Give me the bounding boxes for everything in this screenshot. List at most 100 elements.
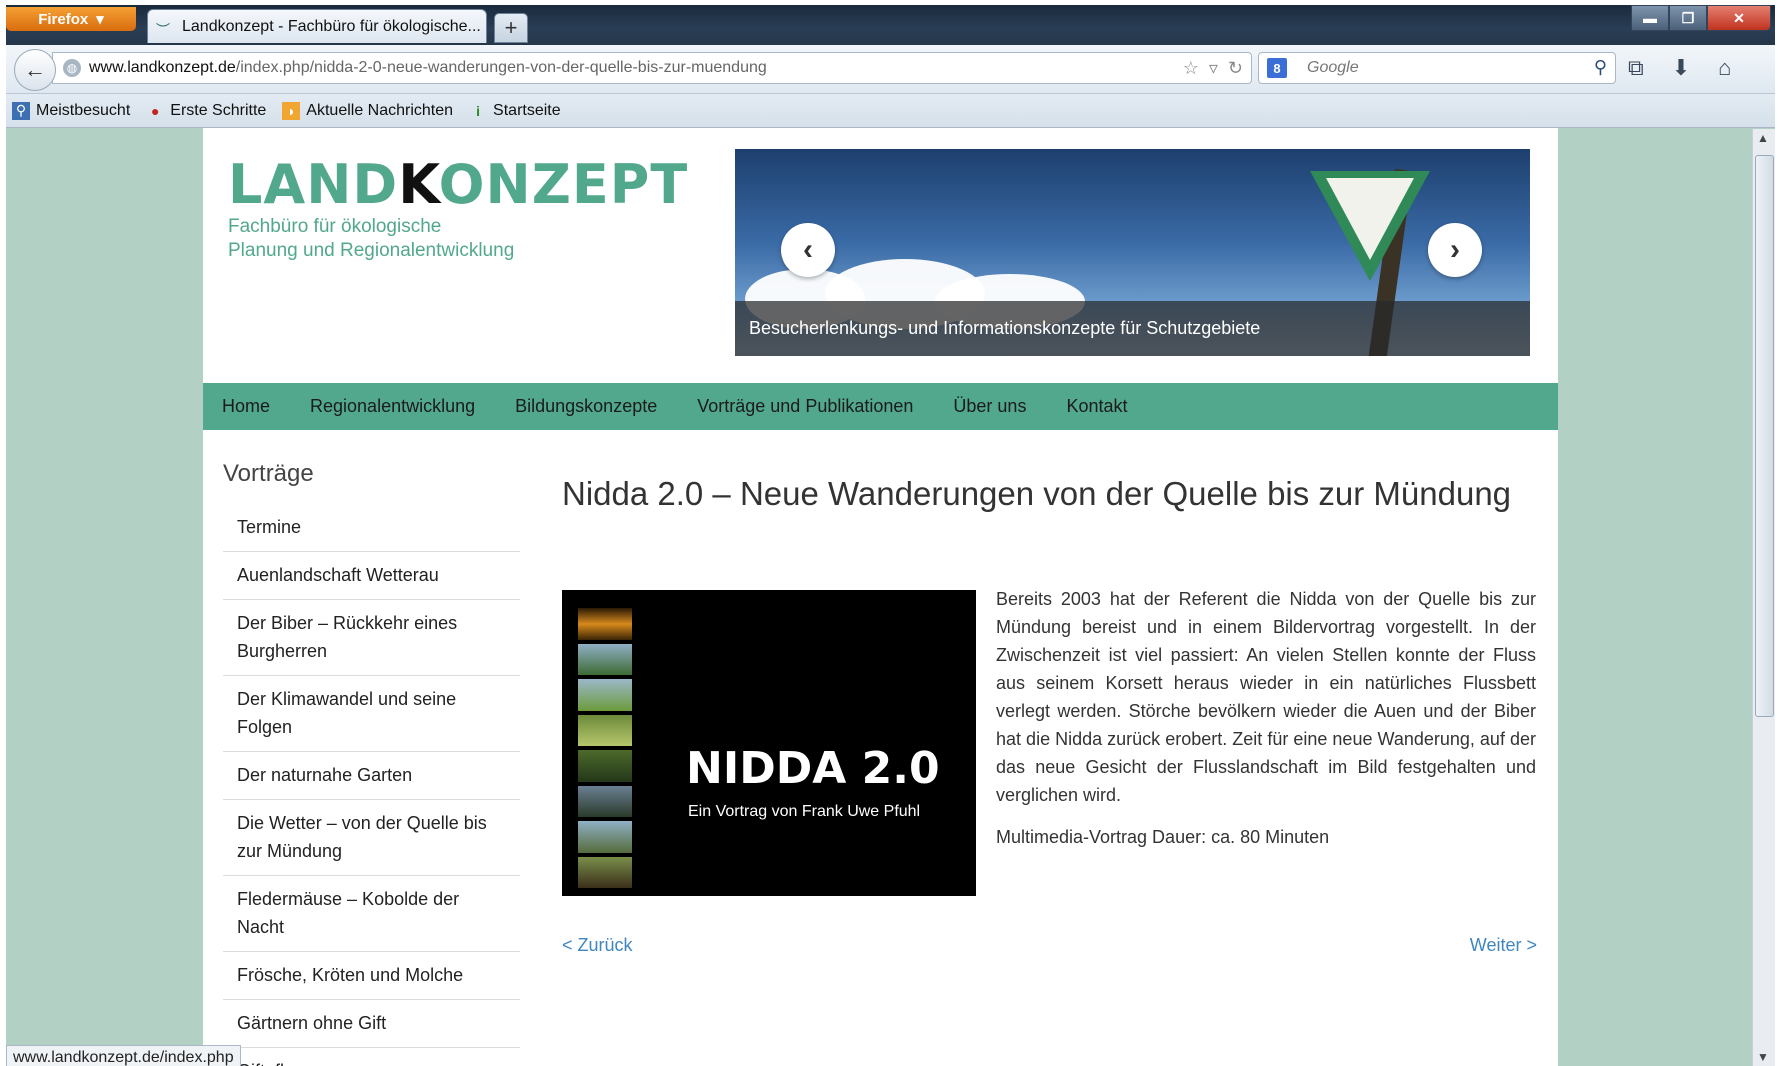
- history-dropdown-icon[interactable]: ▿: [1209, 58, 1218, 79]
- bookmark-startseite[interactable]: i Startseite: [469, 102, 561, 120]
- logo-part-2: ONZEPT: [438, 153, 689, 216]
- bookmark-erste-schritte[interactable]: ● Erste Schritte: [146, 102, 266, 120]
- nav-ueber-uns[interactable]: Über uns: [953, 396, 1026, 417]
- info-icon: i: [476, 102, 480, 119]
- bookmark-star-icon[interactable]: ☆: [1183, 58, 1199, 79]
- slider-caption: Besucherlenkungs- und Informationskonzep…: [735, 301, 1530, 356]
- nature-reserve-sign-inner: [1326, 178, 1414, 260]
- browser-window: Firefox ▾ ︶ Landkonzept - Fachbüro für ök…: [6, 5, 1775, 1066]
- web-page: LANDKONZEPT Fachbüro für ökologische Pla…: [203, 128, 1558, 1066]
- slider-prev-button[interactable]: ‹: [781, 223, 835, 277]
- back-button[interactable]: ←: [14, 49, 56, 91]
- tab-title: Landkonzept - Fachbüro für ökologische..…: [182, 17, 481, 35]
- nav-home[interactable]: Home: [222, 396, 270, 417]
- nav-kontakt[interactable]: Kontakt: [1066, 396, 1127, 417]
- nav-regionalentwicklung[interactable]: Regionalentwicklung: [310, 396, 475, 417]
- main-content: Nidda 2.0 – Neue Wanderungen von der Que…: [562, 469, 1537, 955]
- sidebar-item-auenlandschaft[interactable]: Auenlandschaft Wetterau: [223, 552, 520, 600]
- title-bar: Firefox ▾ ︶ Landkonzept - Fachbüro für ök…: [6, 5, 1775, 45]
- url-actions: ☆ ▿ ↻: [1183, 58, 1243, 79]
- site-tagline: Fachbüro für ökologische Planung und Reg…: [228, 215, 514, 263]
- bookmark-folder-icon: ⚲: [12, 101, 30, 120]
- poster-subtitle: Ein Vortrag von Frank Uwe Pfuhl: [688, 803, 921, 820]
- logo-k: K: [398, 153, 439, 216]
- site-logo[interactable]: LANDKONZEPT: [228, 153, 688, 216]
- bookmark-meistbesucht[interactable]: ⚲ Meistbesucht: [12, 101, 130, 120]
- browser-tab[interactable]: ︶ Landkonzept - Fachbüro für ökologische…: [147, 9, 487, 43]
- lecture-poster-image: NIDDA 2.0 Ein Vortrag von Frank Uwe Pfuh…: [562, 590, 976, 896]
- new-tab-button[interactable]: +: [494, 13, 528, 43]
- poster-title: NIDDA 2.0: [686, 743, 940, 794]
- tagline-line-2: Planung und Regionalentwicklung: [228, 240, 515, 261]
- minimize-icon[interactable]: ▬: [1631, 5, 1669, 31]
- toolbar-icons: ⧉ ⬇ ⌂: [1628, 55, 1731, 81]
- logo-part-1: LAND: [228, 153, 399, 216]
- tagline-line-1: Fachbüro für ökologische: [228, 216, 442, 237]
- sidebar-title: Vorträge: [223, 460, 314, 487]
- search-icon[interactable]: ⚲: [1594, 57, 1607, 78]
- sidebar-item-termine[interactable]: Termine: [223, 504, 520, 552]
- scroll-up-icon[interactable]: ▲: [1757, 131, 1769, 145]
- search-input[interactable]: Google: [1307, 59, 1359, 77]
- nav-bildungskonzepte[interactable]: Bildungskonzepte: [515, 396, 657, 417]
- strip-photo: [578, 785, 632, 817]
- url-bar[interactable]: ◍ www.landkonzept.de/index.php/nidda-2-0…: [52, 52, 1252, 84]
- sidebar-item-klimawandel[interactable]: Der Klimawandel und seine Folgen: [223, 676, 520, 752]
- site-favicon-icon: ︶: [156, 21, 170, 38]
- main-navigation: Home Regionalentwicklung Bildungskonzept…: [203, 383, 1558, 430]
- chevron-right-icon: ›: [1450, 233, 1460, 266]
- url-text[interactable]: www.landkonzept.de/index.php/nidda-2-0-n…: [89, 59, 767, 77]
- rss-icon: ◗: [282, 101, 301, 120]
- bookmark-label: Aktuelle Nachrichten: [306, 101, 454, 119]
- navigation-toolbar: ◍ www.landkonzept.de/index.php/nidda-2-0…: [6, 45, 1775, 94]
- article-duration: Multimedia-Vortrag Dauer: ca. 80 Minuten: [996, 827, 1330, 847]
- sidebar-item-wetter[interactable]: Die Wetter – von der Quelle bis zur Münd…: [223, 800, 520, 876]
- sidebar-item-fledermaeuse[interactable]: Fledermäuse – Kobolde der Nacht: [223, 876, 520, 952]
- sidebar-item-froesche[interactable]: Frösche, Kröten und Molche: [223, 952, 520, 1000]
- scroll-down-icon[interactable]: ▼: [1757, 1050, 1769, 1064]
- scrollbar-thumb[interactable]: [1755, 155, 1774, 717]
- nav-vortraege[interactable]: Vorträge und Publikationen: [697, 396, 913, 417]
- prev-link[interactable]: < Zurück: [562, 935, 633, 956]
- bookmark-label: Erste Schritte: [170, 101, 267, 119]
- strip-photo: [578, 679, 632, 711]
- article-text: Bereits 2003 hat der Referent die Nidda …: [996, 585, 1536, 865]
- chevron-left-icon: ‹: [803, 233, 813, 266]
- sidebar-item-garten[interactable]: Der naturnahe Garten: [223, 752, 520, 800]
- restore-icon[interactable]: ❐: [1669, 5, 1707, 31]
- window-controls: ▬ ❐ ✕: [1631, 5, 1771, 31]
- sidebar-item-giftpflanzen[interactable]: Giftpflanzen: [223, 1048, 520, 1066]
- google-icon[interactable]: 8: [1267, 58, 1287, 78]
- firefox-menu-button[interactable]: Firefox ▾: [6, 7, 136, 31]
- url-path: /index.php/nidda-2-0-neue-wanderungen-vo…: [235, 59, 767, 76]
- strip-photo: [578, 821, 632, 853]
- url-domain: www.landkonzept.de: [89, 59, 236, 76]
- dropdown-arrow-icon: ▾: [96, 11, 104, 28]
- sidebar: Vorträge Termine Auenlandschaft Wetterau…: [223, 460, 520, 1066]
- firefox-menu-label: Firefox: [38, 10, 89, 28]
- next-link[interactable]: Weiter >: [1470, 935, 1537, 956]
- strip-photo: [578, 714, 632, 746]
- close-icon[interactable]: ✕: [1707, 5, 1771, 31]
- globe-icon: ◍: [63, 59, 81, 77]
- download-icon[interactable]: ⬇: [1672, 55, 1690, 81]
- sidebar-item-gaertnern[interactable]: Gärtnern ohne Gift: [223, 1000, 520, 1048]
- article-body: Bereits 2003 hat der Referent die Nidda …: [996, 589, 1536, 805]
- photo-strip: [578, 608, 632, 888]
- bookmarks-menu-icon[interactable]: ⧉: [1628, 55, 1644, 81]
- search-bar[interactable]: 8 Google ⚲: [1258, 52, 1616, 84]
- strip-photo: [578, 750, 632, 782]
- strip-photo: [578, 608, 632, 640]
- slider-next-button[interactable]: ›: [1428, 223, 1482, 277]
- bookmark-label: Startseite: [493, 101, 561, 119]
- home-icon[interactable]: ⌂: [1718, 55, 1731, 81]
- status-bar: www.landkonzept.de/index.php: [6, 1045, 241, 1066]
- strip-photo: [578, 856, 632, 888]
- page-title: Nidda 2.0 – Neue Wanderungen von der Que…: [562, 475, 1512, 512]
- sidebar-item-biber[interactable]: Der Biber – Rückkehr eines Burgherren: [223, 600, 520, 676]
- image-slider: Besucherlenkungs- und Informationskonzep…: [735, 149, 1530, 356]
- bookmark-aktuelle-nachrichten[interactable]: ◗ Aktuelle Nachrichten: [282, 101, 454, 120]
- strip-photo: [578, 643, 632, 675]
- reload-icon[interactable]: ↻: [1228, 58, 1243, 79]
- vertical-scrollbar[interactable]: ▲ ▼: [1752, 129, 1775, 1066]
